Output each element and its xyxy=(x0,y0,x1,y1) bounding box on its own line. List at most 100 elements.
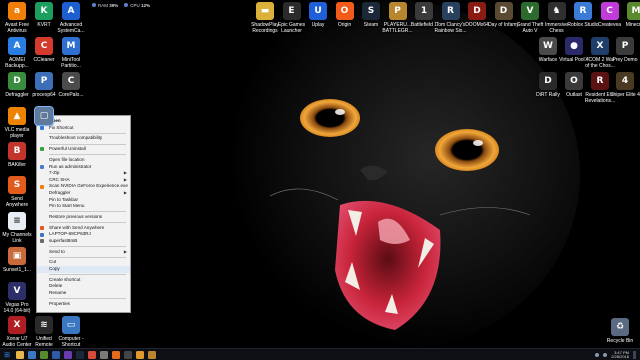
sublime-icon[interactable] xyxy=(136,350,144,359)
media-player-icon[interactable] xyxy=(52,350,60,359)
firefox-icon[interactable] xyxy=(112,350,120,359)
folder-icon: ▬ xyxy=(256,2,274,20)
menu-item-pin-to-taskbar[interactable]: Pin to Taskbar xyxy=(37,197,130,204)
resident-evil-icon: R xyxy=(591,72,609,90)
desktop-icon-advanced-systemcare[interactable]: A Advanced SystemCa... xyxy=(54,2,88,34)
menu-item-troubleshoot-compatibility[interactable]: Troubleshoot compatibility xyxy=(37,135,130,142)
menu-item-pin-to-start-menu[interactable]: Pin to Start Menu xyxy=(37,203,130,210)
desktop-icon-computer[interactable]: ▭ Computer - Shortcut xyxy=(54,316,88,348)
menu-item-label: Pin to Taskbar xyxy=(49,196,79,202)
kaspersky-icon: K xyxy=(35,2,53,20)
video-editor-icon[interactable] xyxy=(64,350,72,359)
menu-item-label: Delete xyxy=(49,283,63,289)
menu-item-open-file-location[interactable]: Open file location xyxy=(37,157,130,164)
menu-item-delete[interactable]: Delete xyxy=(37,283,130,290)
store-icon[interactable] xyxy=(28,350,36,359)
desktop-icon-coretemp[interactable]: C CorePalo... xyxy=(54,72,88,98)
file-explorer-icon[interactable] xyxy=(16,350,24,359)
menu-separator xyxy=(49,211,126,213)
menu-item-rename[interactable]: Rename xyxy=(37,290,130,297)
rainbow-six-icon: R xyxy=(441,2,460,20)
recycle-bin[interactable]: ♻ Recycle Bin xyxy=(603,318,637,344)
desktop-icon-label: Send Anywhere xyxy=(5,196,29,208)
cpu-value: 12% xyxy=(141,3,151,8)
ram-label: RAM xyxy=(98,3,108,8)
taskbar-apps xyxy=(16,350,156,359)
menu-item-run-as-administrator[interactable]: Run as administrator xyxy=(37,164,130,171)
menu-separator xyxy=(49,143,126,145)
desktop-icon-label: Sniper Elite 4 xyxy=(610,92,640,98)
menu-item-crc-sha[interactable]: CRC SHA ▶ xyxy=(37,177,130,184)
desktop-icon-label: BAKiller xyxy=(8,162,26,168)
ram-value: 39% xyxy=(109,3,119,8)
show-desktop-button[interactable] xyxy=(633,351,636,359)
taskbar: ⊞ 3:47 PM 2/28/2018 xyxy=(0,348,640,360)
desktop-icon-minecraft[interactable]: M Minecraft xyxy=(619,2,640,28)
menu-item-laptop-69cp63rj[interactable]: LAPTOP-69CP63RJ xyxy=(37,231,130,238)
desktop-icon-sniper-elite[interactable]: 4 Sniper Elite 4 xyxy=(608,72,640,98)
send-anywhere-icon xyxy=(40,225,44,230)
menu-item-scan-nvidia-geforce-experience-exe[interactable]: Scan NVIDIA GeForce Experience.exe xyxy=(37,183,130,190)
steam-taskbar-icon[interactable] xyxy=(76,350,84,359)
desktop-icon-label: CorePalo... xyxy=(58,92,84,98)
desktop-icon-minitool[interactable]: M MiniTool Partitio... xyxy=(54,37,88,69)
submenu-arrow-icon: ▶ xyxy=(123,189,127,195)
remote-icon[interactable] xyxy=(124,350,132,359)
desktop-icon-selected-shortcut[interactable]: ▢ xyxy=(27,106,61,126)
desktop-icon-bakiller[interactable]: B BAKiller xyxy=(0,142,34,168)
menu-item-label: 7-Zip xyxy=(49,170,60,176)
network-icon[interactable] xyxy=(595,353,600,357)
submenu-arrow-icon: ▶ xyxy=(123,170,127,176)
menu-item-label: Run as administrator xyxy=(49,163,92,169)
menu-item-copy[interactable]: Copy xyxy=(37,266,130,273)
volume-icon[interactable] xyxy=(603,353,608,357)
image-file-icon: ▣ xyxy=(8,247,26,265)
cpu-label: CPU xyxy=(130,3,140,8)
desktop-icon-image-file[interactable]: ▣ Sunset1_1... xyxy=(0,247,34,273)
menu-item-share-with-send-anywhere[interactable]: Share with Send Anywhere xyxy=(37,225,130,232)
shield-icon xyxy=(40,164,44,169)
desktop-icon-label: Computer - Shortcut xyxy=(58,336,84,348)
desktop-icon-file[interactable]: ≡ My Channels Link xyxy=(0,212,34,244)
menu-item-fix-shortcut[interactable]: Fix Shortcut xyxy=(37,125,130,132)
menu-item-send-to[interactable]: Send to ▶ xyxy=(37,249,130,256)
desktop-icon-label: Vegas Pro 14.0 (64-bit) xyxy=(3,302,31,314)
menu-item-properties[interactable]: Properties xyxy=(37,301,130,308)
menu-item-superfast8mb[interactable]: superfast8mB xyxy=(37,238,130,245)
menu-item-label: Share with Send Anywhere xyxy=(49,224,105,230)
menu-item-label: Cut xyxy=(49,259,57,265)
menu-item-restore-previous-versions[interactable]: Restore previous versions xyxy=(37,214,130,221)
submenu-arrow-icon: ▶ xyxy=(123,176,127,182)
clock[interactable]: 3:47 PM 2/28/2018 xyxy=(611,350,629,360)
windows-start-icon[interactable]: ⊞ xyxy=(2,349,12,360)
desktop-icon-vegas[interactable]: V Vegas Pro 14.0 (64-bit) xyxy=(0,282,34,314)
chess-icon: ♞ xyxy=(547,2,566,20)
menu-item-7-zip[interactable]: 7-Zip ▶ xyxy=(37,170,130,177)
minecraft-taskbar-icon[interactable] xyxy=(40,350,48,359)
chrome-icon[interactable] xyxy=(88,350,96,359)
system-tray: 3:47 PM 2/28/2018 xyxy=(595,349,636,360)
desktop-icon-send-anywhere[interactable]: S Send Anywhere xyxy=(0,176,34,208)
recycle-bin-label: Recycle Bin xyxy=(606,338,634,344)
aomei-icon: A xyxy=(8,37,26,55)
avast-scan-icon xyxy=(40,184,44,189)
menu-item-label: Troubleshoot compatibility xyxy=(49,135,103,141)
pubg-taskbar-icon[interactable] xyxy=(148,350,156,359)
cpu-dot-icon xyxy=(124,3,129,7)
menu-item-label: Defraggler xyxy=(49,189,71,195)
menu-item-create-shortcut[interactable]: Create shortcut xyxy=(37,277,130,284)
menu-item-defraggler[interactable]: Defraggler ▶ xyxy=(37,190,130,197)
pubg-icon: P xyxy=(388,2,407,20)
menu-item-label: Copy xyxy=(49,266,60,271)
day-of-infamy-icon: D xyxy=(494,2,513,20)
desktop-icon-label: Minecraft xyxy=(625,22,640,28)
menu-item-label: Scan NVIDIA GeForce Experience.exe xyxy=(49,183,128,189)
uninstall-icon xyxy=(40,147,44,152)
desktop-icon-prey[interactable]: P Prey Demo xyxy=(608,37,640,63)
settings-taskbar-icon[interactable] xyxy=(100,350,108,359)
desktop-icon-label: My Channels Link xyxy=(2,232,32,244)
menu-item-powerful-uninstall[interactable]: Powerful Uninstall xyxy=(37,146,130,153)
menu-item-cut[interactable]: Cut xyxy=(37,259,130,266)
ccleaner-icon: C xyxy=(35,37,53,55)
computer-icon: ▭ xyxy=(62,316,80,334)
